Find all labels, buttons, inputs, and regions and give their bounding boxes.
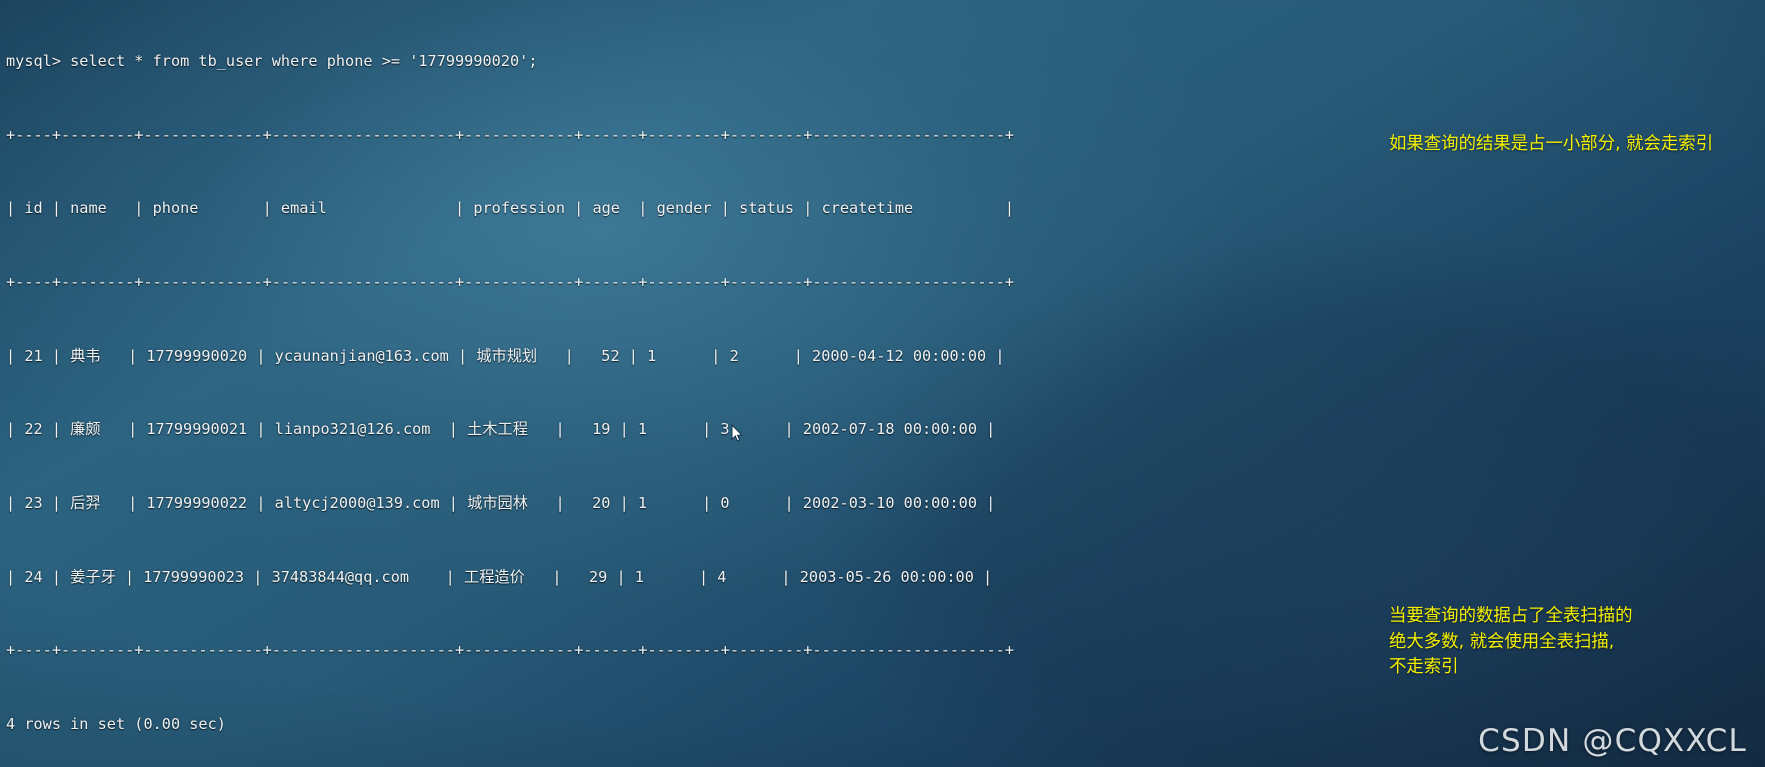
cjk-text: 后羿 (70, 493, 101, 512)
annotation-small-range: 如果查询的结果是占一小部分, 就会走索引 (1389, 134, 1714, 154)
table-row: | 21 | 典韦 | 17799990020 | ycaunanjian@16… (6, 346, 1005, 365)
terminal-line: +----+--------+-------------+-----------… (6, 273, 1014, 292)
table-row: | 24 | 姜子牙 | 17799990023 | 37483844@qq.c… (6, 567, 993, 586)
table-row: | 23 | 后羿 | 17799990022 | altycj2000@139… (6, 493, 996, 512)
terminal-line: | id | name | phone | email | profession… (6, 199, 1014, 218)
cjk-text: 姜子牙 (70, 567, 116, 586)
status-line: 4 rows in set (0.00 sec) (6, 714, 226, 733)
cjk-text: 典韦 (70, 346, 101, 365)
terminal-line: +----+--------+-------------+-----------… (6, 641, 1014, 660)
annotation-full-scan: 当要查询的数据占了全表扫描的 绝大多数, 就会使用全表扫描, 不走索引 (1389, 606, 1633, 677)
cjk-text: 廉颇 (70, 420, 101, 439)
terminal-line: mysql> select * from tb_user where phone… (6, 52, 538, 71)
terminal-line: +----+--------+-------------+-----------… (6, 125, 1014, 144)
terminal-output: mysql> select * from tb_user where phone… (6, 0, 1306, 767)
table-row: | 22 | 廉颇 | 17799990021 | lianpo321@126.… (6, 420, 996, 439)
cjk-text: 土木工程 (467, 420, 528, 439)
cjk-text: 城市园林 (467, 493, 528, 512)
csdn-watermark: CSDN @CQXXCL (1478, 723, 1747, 759)
cjk-text: 工程造价 (464, 567, 525, 586)
cjk-text: 城市规划 (476, 346, 538, 365)
